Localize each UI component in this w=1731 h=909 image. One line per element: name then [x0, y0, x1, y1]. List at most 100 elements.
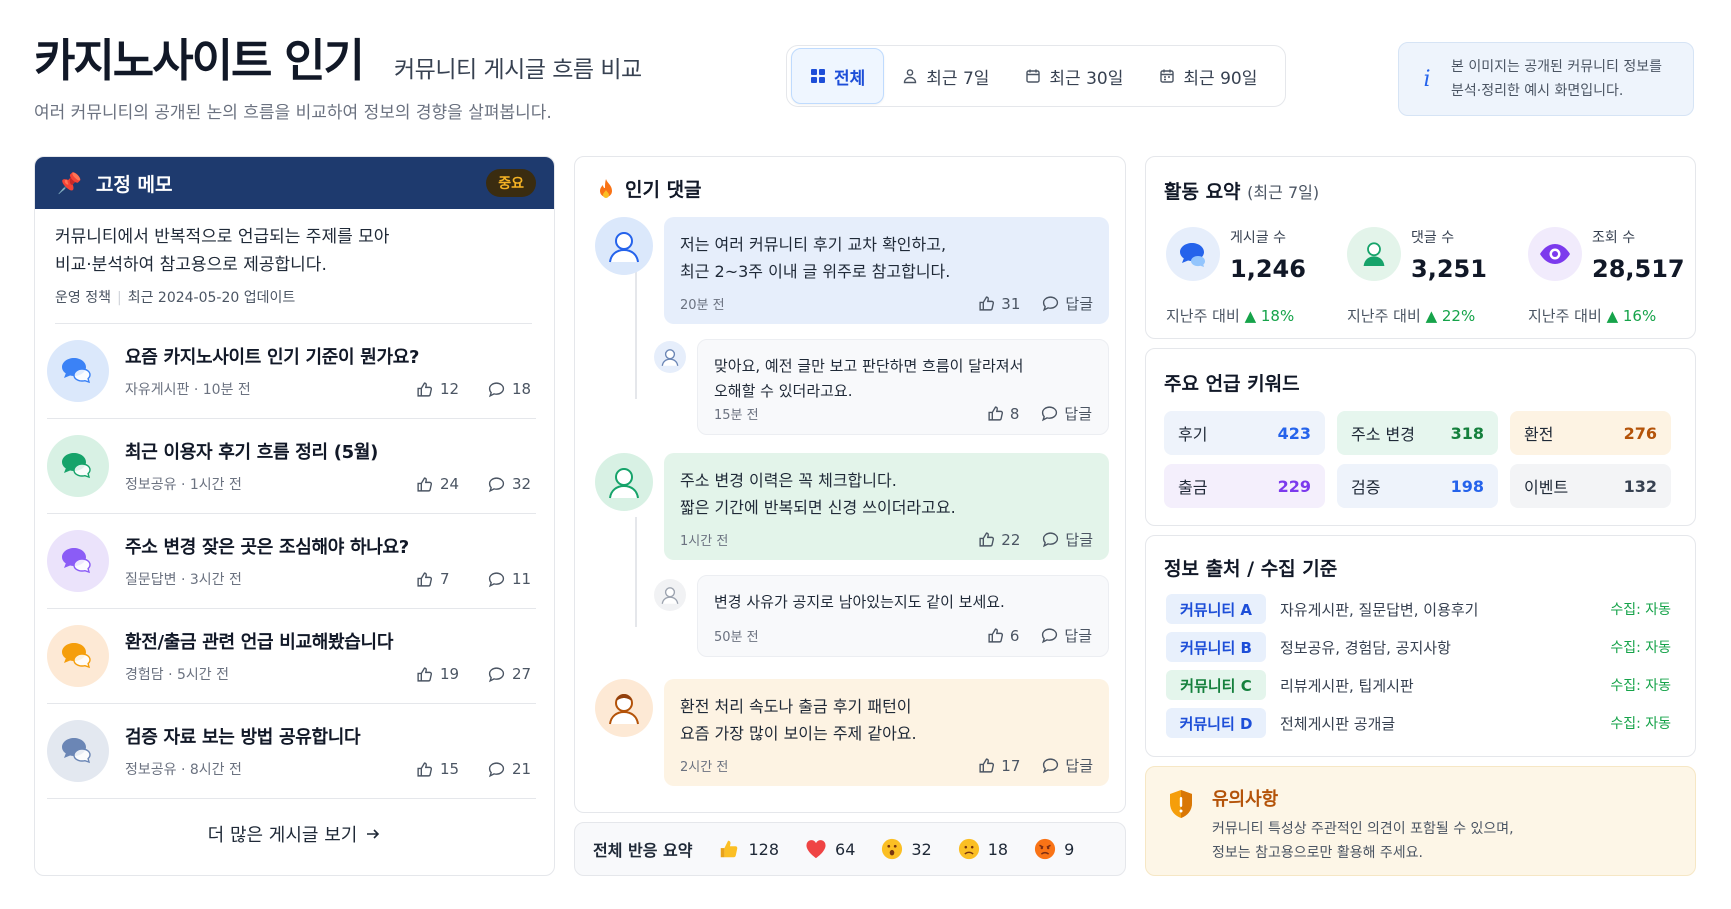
- post-likes[interactable]: 12: [416, 380, 470, 398]
- keyword-chip[interactable]: 환전 276: [1510, 411, 1671, 455]
- reply-button[interactable]: 답글: [1042, 529, 1093, 550]
- reaction-surprised[interactable]: 32: [881, 838, 932, 860]
- sources-panel: 정보 출처 / 수집 기준 커뮤니티 A 자유게시판, 질문답변, 이용후기 수집:…: [1145, 535, 1696, 757]
- stat-change-value: 16%: [1622, 307, 1657, 325]
- speech-bubble-icon: [1042, 295, 1059, 312]
- avatar: [595, 217, 653, 275]
- comment-bubble: 저는 여러 커뮤니티 후기 교차 확인하고, 최근 2~3주 이내 글 위주로 참…: [664, 217, 1109, 324]
- memo-title: 고정 메모: [95, 173, 173, 196]
- grid-icon: [810, 68, 826, 84]
- post-likes[interactable]: 15: [416, 760, 470, 778]
- source-tag[interactable]: 커뮤니티 C: [1166, 670, 1266, 700]
- tab-label: 전체: [834, 68, 866, 89]
- tab-7days[interactable]: 최근 7일: [884, 48, 1007, 104]
- calendar-icon: [1025, 68, 1041, 84]
- like-button[interactable]: 6: [987, 627, 1019, 645]
- post-comments[interactable]: 32: [488, 475, 536, 493]
- post-item[interactable]: 요즘 카지노사이트 인기 기준이 뭔가요? 자유게시판 · 10분 전 12 18: [47, 324, 536, 419]
- like-button[interactable]: 22: [978, 531, 1020, 549]
- stat-value: 28,517: [1592, 255, 1685, 283]
- speech-bubble-icon: [1042, 531, 1059, 548]
- reaction-like[interactable]: 128: [718, 838, 779, 860]
- calendar-icon: [1159, 68, 1175, 84]
- post-likes[interactable]: 24: [416, 475, 470, 493]
- comment-line: 맞아요, 예전 글만 보고 판단하면 흐름이 달라져서: [714, 357, 1024, 375]
- notice-line: 분석·정리한 예시 화면입니다.: [1451, 83, 1624, 99]
- fire-icon: [597, 178, 615, 200]
- post-item[interactable]: 최근 이용자 후기 흐름 정리 (5월) 정보공유 · 1시간 전 24 32: [47, 419, 536, 514]
- reply-button[interactable]: 답글: [1041, 403, 1092, 424]
- post-likes[interactable]: 7: [416, 570, 470, 588]
- reaction-sad[interactable]: 18: [958, 838, 1008, 860]
- keyword-chip[interactable]: 검증 198: [1337, 464, 1498, 508]
- thumbs-up-icon: [718, 838, 740, 860]
- keyword-chip[interactable]: 주소 변경 318: [1337, 411, 1498, 455]
- source-tag[interactable]: 커뮤니티 B: [1166, 632, 1266, 662]
- comment-text: 저는 여러 커뮤니티 후기 교차 확인하고, 최근 2~3주 이내 글 위주로 참…: [680, 231, 1093, 285]
- pinned-memo-panel: 📌 고정 메모 중요 커뮤니티에서 반복적으로 언급되는 주제를 모아 비교·분…: [34, 156, 555, 876]
- speech-bubble-icon: [1042, 757, 1059, 774]
- tab-30days[interactable]: 최근 30일: [1007, 48, 1141, 104]
- comment-text: 주소 변경 이력은 꼭 체크합니다. 짧은 기간에 반복되면 신경 쓰이더라고요.: [680, 467, 1093, 521]
- post-item[interactable]: 검증 자료 보는 방법 공유합니다 정보공유 · 8시간 전 15 21: [47, 704, 536, 799]
- collection-mode: 수집: 자동: [1610, 716, 1671, 732]
- like-button[interactable]: 8: [987, 405, 1019, 423]
- period-filter: 전체 최근 7일 최근 30일 최근 90일: [786, 45, 1286, 107]
- reply-button[interactable]: 답글: [1042, 293, 1093, 314]
- post-title: 환전/출금 관련 언급 비교해봤습니다: [125, 632, 394, 653]
- comment-footer: 1시간 전 22 답글: [680, 529, 1093, 550]
- more-posts-link[interactable]: 더 많은 게시글 보기: [35, 799, 554, 869]
- thumbs-up-icon: [987, 627, 1004, 644]
- reaction-count: 64: [835, 839, 856, 859]
- post-likes[interactable]: 19: [416, 665, 470, 683]
- reply-bubble: 변경 사유가 공지로 남아있는지도 같이 보세요. 50분 전 6 답글: [697, 575, 1109, 657]
- post-comments[interactable]: 11: [488, 570, 536, 588]
- post-meta: 경험담 · 5시간 전: [125, 667, 229, 683]
- reaction-summary-label: 전체 반응 요약: [593, 841, 693, 860]
- post-comments[interactable]: 27: [488, 665, 536, 683]
- source-description: 정보공유, 경험담, 공지사항: [1280, 638, 1451, 657]
- post-title: 요즘 카지노사이트 인기 기준이 뭔가요?: [125, 347, 420, 368]
- source-row: 커뮤니티 C 리뷰게시판, 팁게시판 수집: 자동: [1166, 670, 1671, 700]
- caution-line: 커뮤니티 특성상 주관적인 의견이 포함될 수 있으며,: [1212, 821, 1514, 837]
- stat-label: 댓글 수: [1411, 230, 1455, 246]
- thumbs-up-icon: [416, 476, 433, 493]
- reaction-heart[interactable]: 64: [805, 839, 855, 859]
- reply-button[interactable]: 답글: [1041, 625, 1092, 646]
- comment-count: 27: [512, 665, 532, 683]
- comment-footer: 50분 전 6 답글: [714, 625, 1092, 646]
- source-description: 전체게시판 공개글: [1280, 714, 1396, 733]
- chat-bubbles-icon: [47, 435, 109, 497]
- comment-time: 50분 전: [714, 630, 759, 645]
- like-button[interactable]: 17: [978, 757, 1020, 775]
- tab-all[interactable]: 전체: [791, 48, 885, 104]
- memo-text: 커뮤니티에서 반복적으로 언급되는 주제를 모아 비교·분석하여 참고용으로 제…: [55, 223, 532, 279]
- keyword-chip[interactable]: 후기 423: [1164, 411, 1325, 455]
- post-item[interactable]: 환전/출금 관련 언급 비교해봤습니다경험담 · 5시간 전 19 27: [47, 609, 536, 704]
- post-item[interactable]: 주소 변경 잦은 곳은 조심해야 하나요? 질문답변 · 3시간 전 7 11: [47, 514, 536, 609]
- reaction-count: 32: [911, 839, 932, 859]
- tab-label: 최근 90일: [1183, 68, 1258, 89]
- comment-count: 18: [512, 380, 532, 398]
- source-tag[interactable]: 커뮤니티 D: [1166, 708, 1266, 738]
- summary-title: 활동 요약 (최근 7일): [1164, 177, 1319, 204]
- post-comments[interactable]: 21: [488, 760, 536, 778]
- thumbs-up-icon: [416, 571, 433, 588]
- thumbs-up-icon: [416, 666, 433, 683]
- keyword-chip[interactable]: 출금 229: [1164, 464, 1325, 508]
- post-comments[interactable]: 18: [488, 380, 536, 398]
- comment-bubble: 환전 처리 속도나 출금 후기 패턴이 요즘 가장 많이 보이는 주제 같아요. …: [664, 679, 1109, 786]
- notice-text: 본 이미지는 공개된 커뮤니티 정보를 분석·정리한 예시 화면입니다.: [1451, 55, 1662, 103]
- stat-change-value: 22%: [1441, 307, 1476, 325]
- reply-button[interactable]: 답글: [1042, 755, 1093, 776]
- keyword-chip[interactable]: 이벤트 132: [1510, 464, 1671, 508]
- reaction-angry[interactable]: 9: [1034, 838, 1074, 860]
- angry-face-icon: [1034, 838, 1056, 860]
- like-button[interactable]: 31: [978, 295, 1020, 313]
- stat-change-prefix: 지난주 대비: [1347, 307, 1421, 325]
- source-tag[interactable]: 커뮤니티 A: [1166, 594, 1266, 624]
- tab-90days[interactable]: 최근 90일: [1141, 48, 1275, 104]
- comment-line: 저는 여러 커뮤니티 후기 교차 확인하고,: [680, 235, 947, 254]
- up-arrow-icon: ▲: [1425, 307, 1438, 325]
- post-meta-row: 정보공유 · 8시간 전 15 21: [125, 759, 536, 779]
